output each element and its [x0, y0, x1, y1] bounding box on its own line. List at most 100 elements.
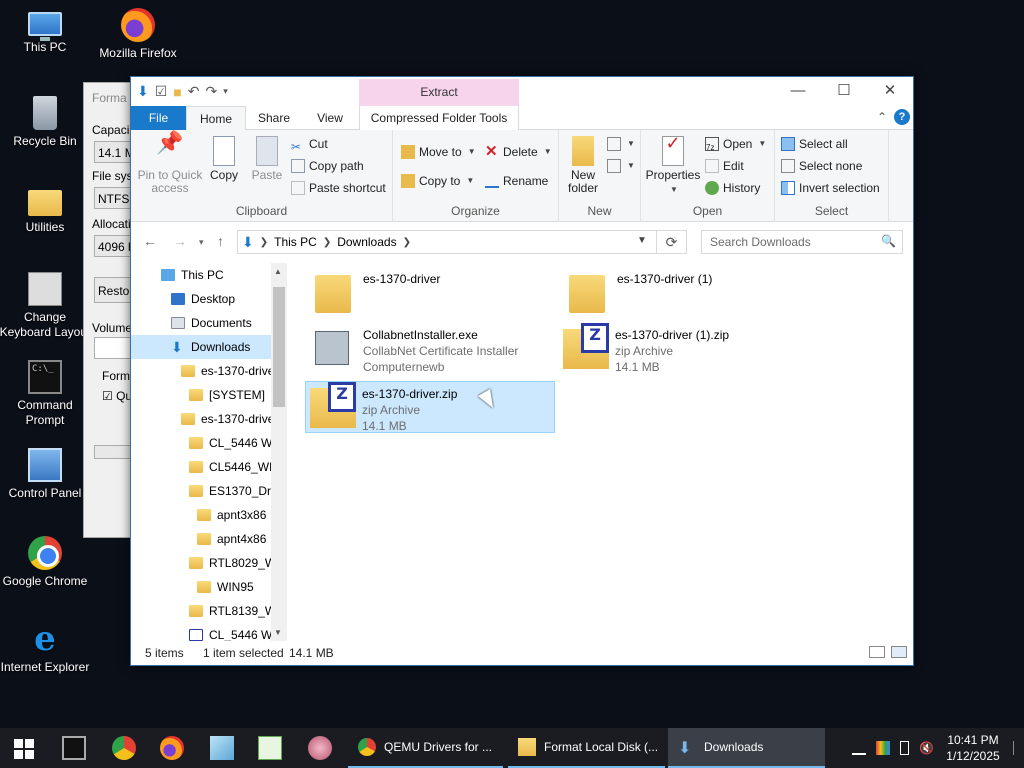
desktop-icon-command-prompt[interactable]: C:\_ Command Prompt [0, 360, 93, 428]
explorer-window[interactable]: ⬇ ☑ ■ ↶ ↷ ▾ Extract — ☐ ✕ File Home Shar… [130, 76, 914, 666]
nav-item-system[interactable]: [SYSTEM] [131, 383, 273, 407]
color-palette-icon[interactable] [876, 741, 890, 755]
close-icon[interactable]: ✕ [867, 77, 913, 105]
undo-icon[interactable]: ↶ [188, 83, 200, 100]
scroll-up-icon[interactable]: ▲ [274, 267, 282, 276]
tab-file[interactable]: File [131, 106, 186, 130]
taskbar-task-manager-icon[interactable] [258, 736, 282, 760]
tab-share[interactable]: Share [249, 106, 299, 130]
tab-view[interactable]: View [305, 106, 355, 130]
desktop-icon-firefox[interactable]: Mozilla Firefox [90, 8, 186, 61]
breadcrumb-separator-icon[interactable]: ❯ [260, 237, 268, 248]
file-item-es-1370-driver[interactable]: es-1370-driver [305, 267, 555, 319]
recent-locations-chevron-icon[interactable]: ▾ [199, 237, 204, 248]
pin-quick-access-button[interactable]: 📌 Pin to Quick access [135, 132, 205, 195]
properties-button[interactable]: ✓ Properties ▼ [645, 134, 701, 196]
up-arrow-icon[interactable]: ↑ [217, 233, 224, 249]
paste-shortcut-button[interactable]: Paste shortcut [291, 178, 386, 198]
nav-item-desktop[interactable]: Desktop [131, 287, 273, 311]
nav-item-rtl8139-wi[interactable]: RTL8139_WI [131, 599, 273, 623]
desktop-icon-chrome[interactable]: Google Chrome [0, 536, 93, 589]
taskbar-task-format-local-disk[interactable]: Format Local Disk (... [508, 728, 665, 768]
nav-item-rtl8029-w9[interactable]: RTL8029_W9 [131, 551, 273, 575]
file-item-collabnet-installer[interactable]: CollabnetInstaller.exe CollabNet Certifi… [305, 323, 555, 375]
nav-item-es-1370-driver[interactable]: es-1370-driver [131, 407, 273, 431]
history-button[interactable]: History [705, 178, 760, 198]
taskbar-command-prompt-icon[interactable] [62, 736, 86, 760]
back-arrow-icon[interactable]: ← [143, 233, 157, 249]
clock[interactable]: 10:41 PM 1/12/2025 [938, 732, 1008, 764]
breadcrumb-separator-icon[interactable]: ❯ [323, 237, 331, 248]
tab-home[interactable]: Home [186, 106, 246, 131]
nav-item-cl-5446-win-zip[interactable]: CL_5446 Win [131, 623, 273, 641]
desktop-icon-internet-explorer[interactable]: e Internet Explorer [0, 622, 93, 675]
customize-toolbar-icon[interactable]: ▾ [223, 86, 228, 97]
chevron-up-icon[interactable]: ⌃ [877, 110, 887, 124]
address-bar[interactable]: ⬇ ❯ This PC ❯ Downloads ❯ [237, 230, 657, 254]
open-button[interactable]: 7z Open ▼ [705, 134, 766, 154]
nav-item-apnt3x86[interactable]: apnt3x86 [131, 503, 273, 527]
tab-compressed-folder-tools[interactable]: Compressed Folder Tools [359, 106, 519, 130]
scrollbar-thumb[interactable] [273, 287, 285, 407]
cut-button[interactable]: ✂ Cut [291, 134, 328, 154]
nav-item-win95[interactable]: WIN95 [131, 575, 273, 599]
help-icon[interactable]: ? [894, 109, 910, 125]
nav-item-es-1370-driver-1[interactable]: es-1370-driver (1) [131, 359, 273, 383]
details-view-icon[interactable] [869, 646, 885, 658]
taskbar-paint-icon[interactable] [308, 736, 332, 760]
navigation-pane[interactable]: This PC Desktop Documents ⬇ Downloads es-… [131, 263, 287, 641]
start-button[interactable] [0, 728, 48, 768]
file-item-es-1370-driver-1-zip[interactable]: es-1370-driver (1).zip zip Archive 14.1 … [559, 323, 809, 375]
breadcrumb-separator-icon[interactable]: ❯ [403, 237, 411, 248]
desktop-icon-utilities[interactable]: Utilities [0, 184, 93, 235]
forward-arrow-icon[interactable]: → [173, 233, 187, 249]
desktop-icon-change-keyboard[interactable]: Change Keyboard Layout [0, 272, 93, 340]
nav-item-this-pc[interactable]: This PC [131, 263, 273, 287]
invert-selection-button[interactable]: Invert selection [781, 178, 880, 198]
file-item-es-1370-driver-zip[interactable]: es-1370-driver.zip zip Archive 14.1 MB [305, 381, 555, 433]
notifications-icon[interactable] [1013, 741, 1019, 755]
select-all-button[interactable]: Select all [781, 134, 848, 154]
nav-item-cl-5446-win[interactable]: CL_5446 Win [131, 431, 273, 455]
nav-item-es1370-drivers[interactable]: ES1370_Drivers [131, 479, 273, 503]
quick-format-checkbox[interactable]: ☑ Qu [102, 389, 132, 403]
title-bar[interactable]: ⬇ ☑ ■ ↶ ↷ ▾ Extract — ☐ ✕ [131, 77, 913, 106]
volume-muted-icon[interactable]: 🔇 [919, 741, 934, 755]
file-item-es-1370-driver-1[interactable]: es-1370-driver (1) [559, 267, 809, 319]
properties-check-icon[interactable]: ☑ [155, 83, 168, 100]
delete-button[interactable]: ✕ Delete ▼ [485, 142, 552, 162]
scroll-down-icon[interactable]: ▼ [274, 628, 282, 637]
minimize-icon[interactable]: — [775, 77, 821, 105]
nav-item-apnt4x86[interactable]: apnt4x86 [131, 527, 273, 551]
nav-item-cl5446-win[interactable]: CL5446_WIN [131, 455, 273, 479]
rename-button[interactable]: Rename [485, 171, 548, 191]
desktop-icon-control-panel[interactable]: Control Panel [0, 448, 93, 501]
redo-icon[interactable]: ↷ [206, 83, 218, 100]
copy-to-button[interactable]: Copy to ▼ [401, 171, 474, 191]
network-icon[interactable] [852, 741, 866, 755]
breadcrumb-downloads[interactable]: Downloads [337, 235, 396, 249]
new-folder-button[interactable]: New folder [563, 136, 603, 195]
move-to-button[interactable]: Move to ▼ [401, 142, 476, 162]
desktop-icon-this-pc[interactable]: This PC [0, 8, 93, 55]
edit-button[interactable]: Edit [705, 156, 744, 176]
nav-item-downloads[interactable]: ⬇ Downloads [131, 335, 273, 359]
taskbar-pinned-app-icon[interactable] [210, 736, 234, 760]
maximize-icon[interactable]: ☐ [821, 77, 867, 105]
navigation-scrollbar[interactable]: ▲ ▼ [271, 263, 287, 641]
address-history-chevron-icon[interactable]: ▼ [637, 235, 647, 246]
taskbar-task-downloads[interactable]: ⬇ Downloads [668, 728, 825, 768]
new-item-button[interactable]: ▼ [607, 134, 635, 154]
taskbar-task-qemu-drivers[interactable]: QEMU Drivers for ... [348, 728, 503, 768]
new-folder-icon[interactable]: ■ [173, 84, 181, 100]
desktop-icon-recycle-bin[interactable]: Recycle Bin [0, 96, 93, 149]
breadcrumb-this-pc[interactable]: This PC [274, 235, 317, 249]
select-none-button[interactable]: Select none [781, 156, 862, 176]
taskbar-chrome-icon[interactable] [112, 736, 136, 760]
down-arrow-icon[interactable]: ⬇ [137, 83, 149, 100]
easy-access-button[interactable]: ▼ [607, 156, 635, 176]
search-box[interactable]: Search Downloads 🔍 [701, 230, 903, 254]
copy-path-button[interactable]: Copy path [291, 156, 364, 176]
large-icons-view-icon[interactable] [891, 646, 907, 658]
usb-drive-icon[interactable] [900, 741, 909, 755]
